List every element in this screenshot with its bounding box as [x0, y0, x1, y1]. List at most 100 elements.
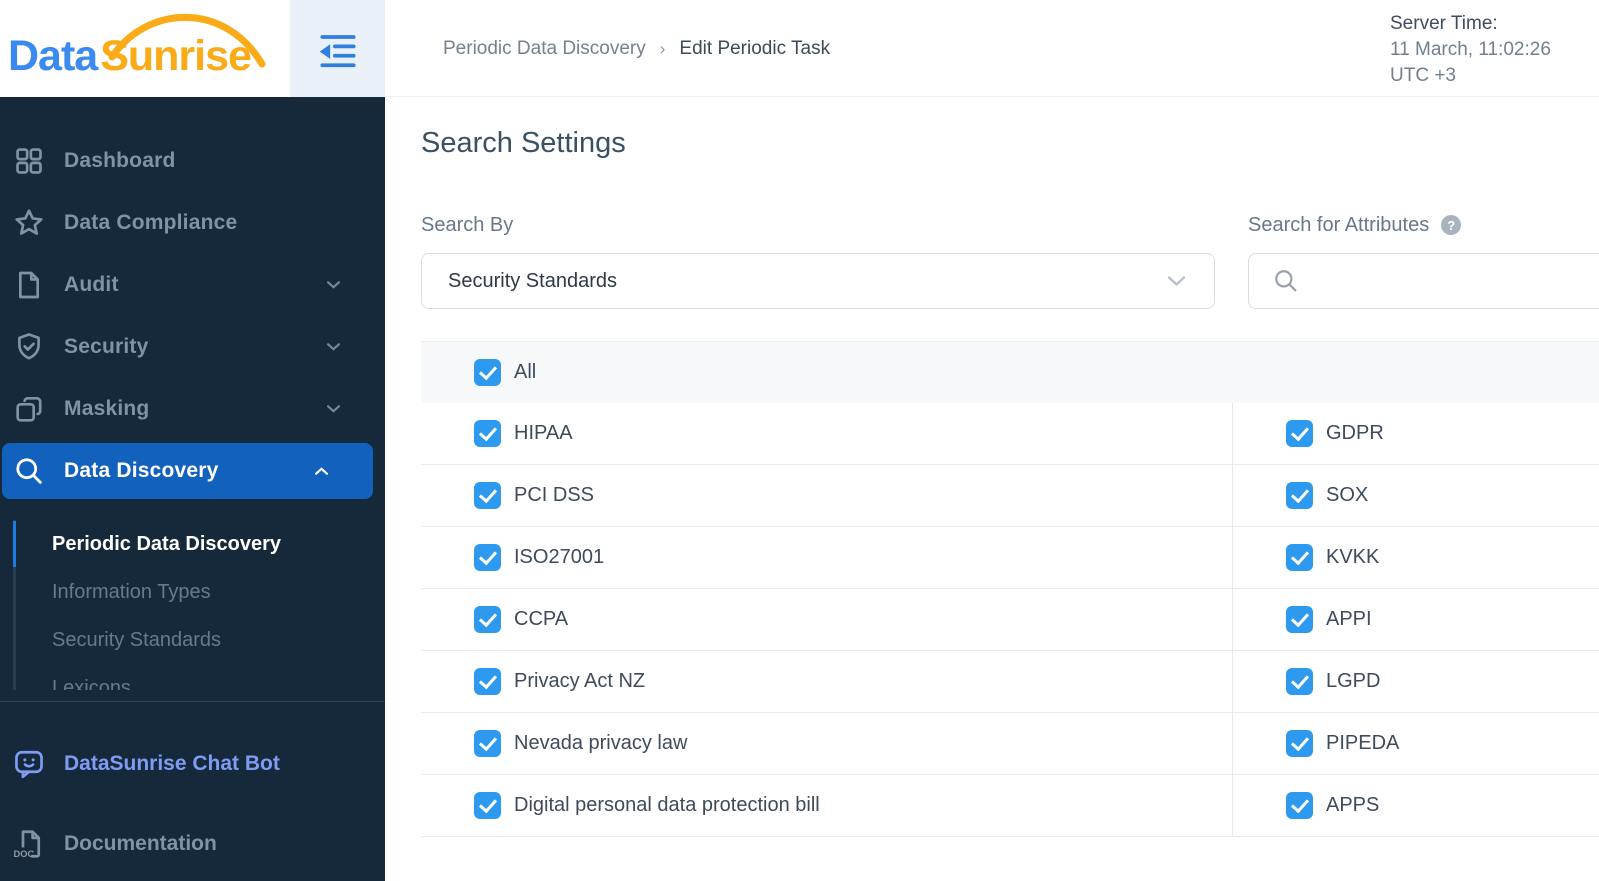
standard-row-nevada-privacy-law: Nevada privacy law [421, 713, 1232, 775]
sidebar-item-masking[interactable]: Masking [0, 378, 385, 440]
standard-row-lgpd: LGPD [1233, 651, 1599, 713]
data-discovery-submenu: Periodic Data Discovery Information Type… [0, 502, 385, 690]
search-by-selected-value: Security Standards [448, 269, 617, 292]
standard-checkbox[interactable] [1286, 668, 1313, 695]
svg-text:DOC: DOC [14, 849, 35, 859]
standard-label: APPS [1326, 794, 1380, 816]
standard-checkbox[interactable] [474, 482, 501, 509]
security-standards-list: All HIPAA PCI DSS ISO27001 CCPA Privacy Act … [421, 341, 1599, 837]
sidebar-item-chat-bot[interactable]: DataSunrise Chat Bot [0, 733, 385, 795]
search-attributes-input[interactable] [1311, 254, 1599, 308]
chevron-down-icon [327, 405, 340, 413]
standards-column-right: GDPR SOX KVKK APPI LGPD PIPEDA APPS [1232, 403, 1599, 837]
standard-label: KVKK [1326, 546, 1380, 568]
search-attributes-label: Search for Attributes [1248, 213, 1430, 236]
standard-label: Nevada privacy law [514, 732, 688, 754]
submenu-item-periodic-data-discovery[interactable]: Periodic Data Discovery [0, 520, 385, 568]
standard-checkbox[interactable] [1286, 544, 1313, 571]
search-by-dropdown[interactable]: Security Standards [421, 253, 1215, 309]
standard-label: GDPR [1326, 422, 1384, 444]
submenu-item-security-standards[interactable]: Security Standards [0, 616, 385, 664]
logo-text: DataSunrise [8, 32, 252, 81]
standard-row-gdpr: GDPR [1233, 403, 1599, 465]
standard-row-iso27001: ISO27001 [421, 527, 1232, 589]
collapse-sidebar-icon [319, 34, 356, 67]
standard-row-kvkk: KVKK [1233, 527, 1599, 589]
standard-checkbox[interactable] [474, 792, 501, 819]
sidebar: Dashboard Data Compliance Audit Security… [0, 97, 385, 881]
standard-row-pci-dss: PCI DSS [421, 465, 1232, 527]
datasunrise-logo[interactable]: DataSunrise [0, 0, 290, 97]
sidebar-item-dashboard[interactable]: Dashboard [0, 130, 385, 192]
standard-checkbox[interactable] [1286, 420, 1313, 447]
standards-grid: HIPAA PCI DSS ISO27001 CCPA Privacy Act NZ Ne… [421, 403, 1599, 837]
chevron-down-icon [327, 281, 340, 289]
submenu-item-lexicons[interactable]: Lexicons [0, 664, 385, 691]
standard-label: PIPEDA [1326, 732, 1400, 754]
chat-bot-icon [15, 750, 43, 779]
chevron-up-icon [315, 467, 328, 475]
submenu-item-information-types[interactable]: Information Types [0, 568, 385, 616]
standard-row-sox: SOX [1233, 465, 1599, 527]
sidebar-item-label: Security [64, 335, 149, 358]
search-icon [16, 458, 42, 484]
standard-checkbox[interactable] [1286, 730, 1313, 757]
standard-label: LGPD [1326, 670, 1381, 692]
sidebar-item-data-compliance[interactable]: Data Compliance [0, 192, 385, 254]
sidebar-item-label: Data Compliance [64, 211, 238, 234]
search-attributes-group: Search for Attributes ? [1248, 213, 1599, 309]
submenu-item-label: Information Types [52, 580, 211, 603]
standard-label: ISO27001 [514, 546, 605, 568]
sidebar-item-label: Masking [64, 397, 150, 420]
standard-label: Digital personal data protection bill [514, 794, 820, 816]
sidebar-item-label: Audit [64, 273, 119, 296]
sidebar-footer: DataSunrise Chat Bot DOC Documentation [0, 702, 385, 875]
breadcrumb-separator-icon: › [659, 38, 666, 58]
app-window: DataSunrise Periodic Data Discovery › Ed… [0, 0, 1599, 881]
sidebar-item-security[interactable]: Security [0, 316, 385, 378]
chevron-down-icon [327, 343, 340, 351]
document-icon [19, 271, 39, 299]
standard-label: APPI [1326, 608, 1372, 630]
standard-row-apps: APPS [1233, 775, 1599, 837]
sidebar-item-label: Dashboard [64, 149, 176, 172]
help-glyph: ? [1447, 217, 1456, 233]
standard-row-ccpa: CCPA [421, 589, 1232, 651]
standard-label: PCI DSS [514, 484, 595, 506]
sidebar-item-documentation[interactable]: DOC Documentation [0, 813, 385, 875]
sidebar-item-label: Documentation [64, 832, 217, 855]
doc-file-icon: DOC [13, 830, 41, 859]
server-time: Server Time: 11 March, 11:02:26 UTC +3 [1390, 11, 1590, 89]
standard-checkbox[interactable] [474, 544, 501, 571]
logo-part-data: Data [8, 32, 98, 80]
select-all-checkbox[interactable] [474, 359, 501, 386]
standards-column-left: HIPAA PCI DSS ISO27001 CCPA Privacy Act NZ Ne… [421, 403, 1232, 837]
standard-row-privacy-act-nz: Privacy Act NZ [421, 651, 1232, 713]
help-icon[interactable]: ? [1441, 215, 1462, 235]
sidebar-item-label: Data Discovery [64, 459, 219, 482]
search-by-group: Search By Security Standards [421, 213, 1215, 309]
standard-checkbox[interactable] [474, 730, 501, 757]
sidebar-item-audit[interactable]: Audit [0, 254, 385, 316]
standard-checkbox[interactable] [474, 420, 501, 447]
standard-checkbox[interactable] [474, 668, 501, 695]
logo-part-sunrise: Sunrise [100, 32, 252, 80]
server-time-label: Server Time: [1390, 13, 1498, 34]
standard-checkbox[interactable] [1286, 606, 1313, 633]
standard-row-hipaa: HIPAA [421, 403, 1232, 465]
search-controls: Search By Security Standards Search for … [421, 213, 1599, 309]
sidebar-item-data-discovery[interactable]: Data Discovery [2, 443, 373, 499]
server-time-timezone: UTC +3 [1390, 65, 1456, 86]
chevron-down-icon [1167, 276, 1186, 286]
standard-checkbox[interactable] [1286, 482, 1313, 509]
page-title: Search Settings [421, 127, 626, 159]
standard-label: Privacy Act NZ [514, 670, 646, 692]
standard-checkbox[interactable] [474, 606, 501, 633]
standard-label: CCPA [514, 608, 569, 630]
breadcrumb-parent-link[interactable]: Periodic Data Discovery [443, 38, 646, 60]
standard-checkbox[interactable] [1286, 792, 1313, 819]
breadcrumb: Periodic Data Discovery › Edit Periodic … [443, 0, 830, 97]
sidebar-item-label: DataSunrise Chat Bot [64, 752, 280, 775]
search-icon [1275, 270, 1297, 292]
sidebar-collapse-button[interactable] [290, 0, 385, 97]
